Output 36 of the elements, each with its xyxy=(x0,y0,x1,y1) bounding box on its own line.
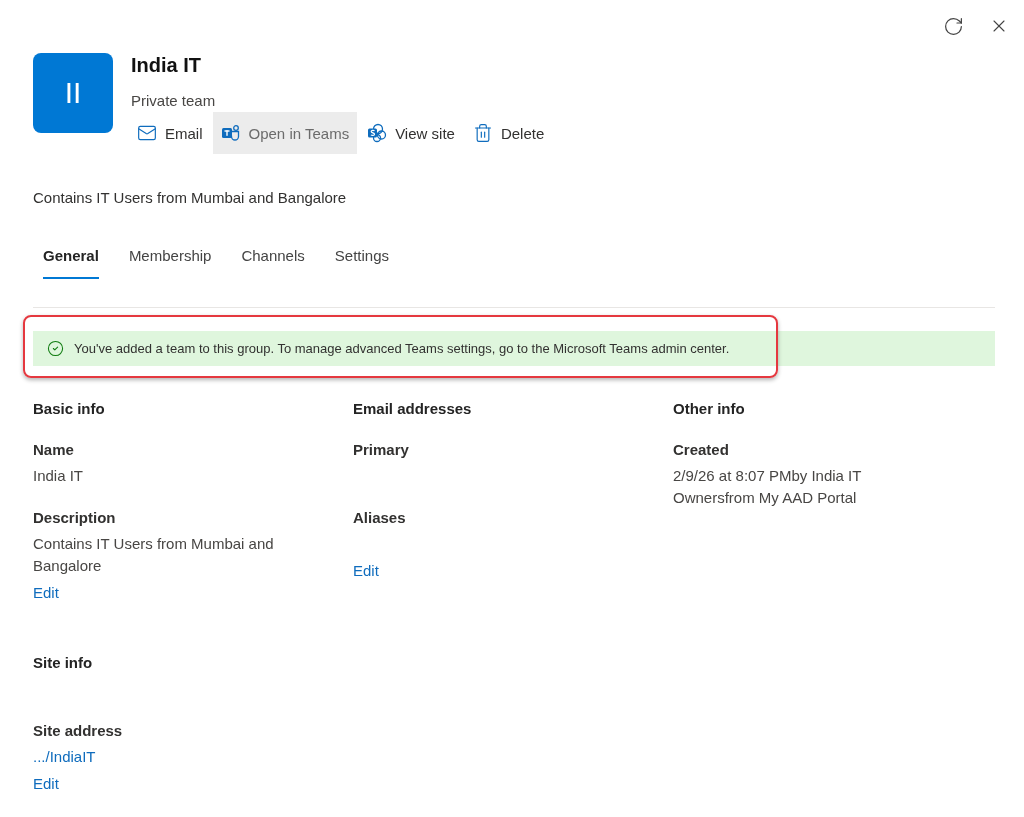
section-title: Site info xyxy=(33,653,94,673)
tab[interactable]: Settings xyxy=(334,234,389,279)
group-type: Private team xyxy=(131,91,217,111)
field-label: Created xyxy=(673,440,729,460)
field-value: Contains IT Users from Mumbai and Bangalore xyxy=(33,534,275,576)
field-value: India IT xyxy=(33,466,84,486)
field-link[interactable]: .../IndiaIT xyxy=(33,746,96,768)
group-description: Contains IT Users from Mumbai and Bangalore xyxy=(33,188,348,208)
refresh-icon xyxy=(942,15,964,37)
notice-text: You've added a team to this group. To manage advanced Teams settings, go to the Microsoft Teams admin center. xyxy=(74,341,730,356)
tab[interactable]: Channels xyxy=(241,234,305,279)
action-button[interactable]: Open in Teams xyxy=(212,112,358,154)
check-circle-icon xyxy=(47,340,64,357)
trash-icon xyxy=(472,123,493,143)
section-title: Basic info xyxy=(33,399,106,419)
group-avatar: II xyxy=(33,53,113,133)
field-label: Primary xyxy=(353,440,409,460)
action-button[interactable]: Delete xyxy=(464,112,553,154)
edit-link[interactable]: Edit xyxy=(353,560,379,582)
field-label: Name xyxy=(33,440,74,460)
people-icon xyxy=(220,123,241,143)
edit-link[interactable]: Edit xyxy=(33,773,59,795)
circles-icon xyxy=(367,123,388,143)
field-label: Site address xyxy=(33,721,123,741)
action-button[interactable]: Email xyxy=(129,112,211,154)
section-title: Other info xyxy=(673,399,746,419)
tab[interactable]: Membership xyxy=(128,234,212,279)
action-button[interactable]: View site xyxy=(359,112,463,154)
group-name: India IT xyxy=(131,53,202,78)
section-title: Email addresses xyxy=(353,399,473,419)
field-value: 2/9/26 at 8:07 PMby India IT Ownersfrom My AAD Portal xyxy=(673,466,863,508)
tab[interactable]: General xyxy=(43,234,99,279)
edit-link[interactable]: Edit xyxy=(33,582,59,604)
mail-icon xyxy=(137,123,157,143)
field-label: Aliases xyxy=(353,508,406,528)
field-label: Description xyxy=(33,508,116,528)
